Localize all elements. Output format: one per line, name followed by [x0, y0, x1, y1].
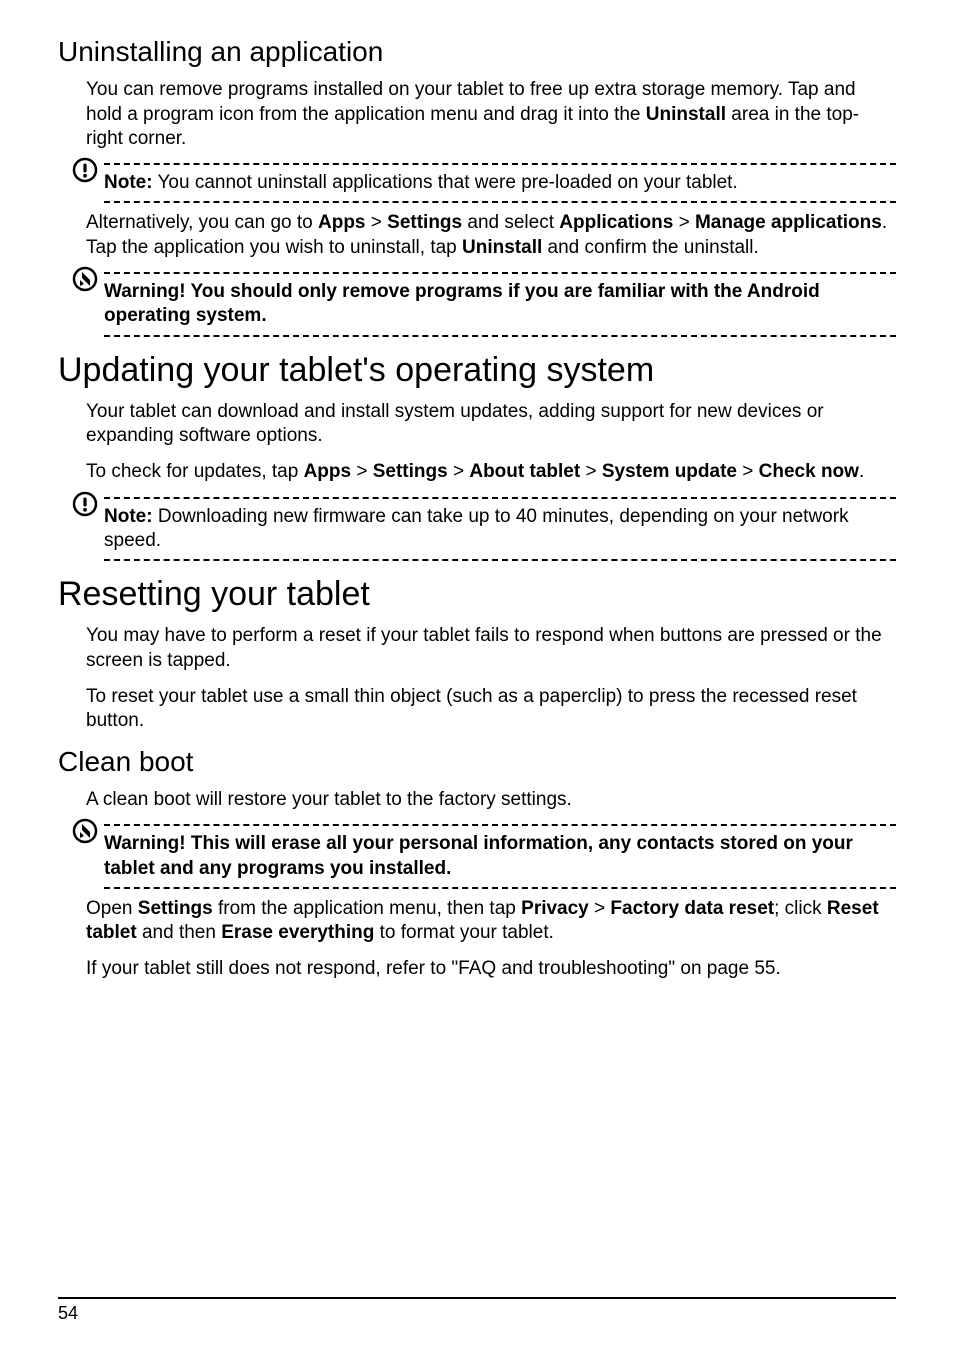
info-icon [72, 157, 98, 183]
resetting-para2: To reset your tablet use a small thin ob… [58, 685, 896, 734]
note-body: You cannot uninstall applications that w… [153, 172, 738, 193]
uninstall-para1: You can remove programs installed on you… [58, 78, 896, 151]
text-segment: and select [462, 212, 559, 233]
dashed-rule [104, 163, 896, 165]
text-segment: > [673, 212, 695, 233]
text-bold: Settings [373, 461, 448, 482]
text-segment: ; click [774, 898, 827, 919]
updating-para2: To check for updates, tap Apps > Setting… [58, 460, 896, 484]
warning-text: Warning! This will erase all your person… [58, 832, 896, 881]
resetting-para1: You may have to perform a reset if your … [58, 624, 896, 673]
text-bold: System update [602, 461, 737, 482]
dashed-rule [104, 497, 896, 499]
heading-uninstalling: Uninstalling an application [58, 36, 896, 68]
uninstall-para2: Alternatively, you can go to Apps > Sett… [58, 211, 896, 260]
text-segment: > [589, 898, 611, 919]
warning-body: Warning! You should only remove programs… [104, 281, 820, 326]
text-bold: Settings [387, 212, 462, 233]
note-block: Note: Downloading new firmware can take … [58, 497, 896, 562]
text-bold: Check now [759, 461, 859, 482]
text-bold: Apps [304, 461, 352, 482]
text-bold: Settings [138, 898, 213, 919]
dashed-rule [104, 335, 896, 337]
warning-block: Warning! You should only remove programs… [58, 272, 896, 337]
warning-body: Warning! This will erase all your person… [104, 833, 853, 878]
page-number: 54 [58, 1303, 78, 1323]
dashed-rule [104, 272, 896, 274]
text-segment: and confirm the uninstall. [542, 237, 759, 258]
text-bold: Apps [318, 212, 366, 233]
note-label: Note: [104, 172, 153, 193]
text-segment: Alternatively, you can go to [86, 212, 318, 233]
heading-resetting: Resetting your tablet [58, 575, 896, 614]
dashed-rule [104, 887, 896, 889]
cleanboot-para3: If your tablet still does not respond, r… [58, 957, 896, 981]
page-footer: 54 [58, 1297, 896, 1324]
text-segment: > [448, 461, 470, 482]
text-segment: Open [86, 898, 138, 919]
text-bold: Erase everything [221, 922, 374, 943]
text-bold: Manage applications [695, 212, 882, 233]
text-segment: > [580, 461, 602, 482]
dashed-rule [104, 201, 896, 203]
warning-text: Warning! You should only remove programs… [58, 280, 896, 329]
note-label: Note: [104, 506, 153, 527]
note-body: Downloading new firmware can take up to … [104, 506, 849, 551]
text-segment: To check for updates, tap [86, 461, 304, 482]
text-bold: Uninstall [646, 104, 726, 125]
text-bold: About tablet [469, 461, 580, 482]
text-segment: to format your tablet. [374, 922, 554, 943]
warning-block: Warning! This will erase all your person… [58, 824, 896, 889]
heading-updating: Updating your tablet's operating system [58, 351, 896, 390]
cleanboot-para2: Open Settings from the application menu,… [58, 897, 896, 946]
updating-para1: Your tablet can download and install sys… [58, 400, 896, 449]
text-segment: . [859, 461, 864, 482]
note-block: Note: You cannot uninstall applications … [58, 163, 896, 203]
note-text: Note: You cannot uninstall applications … [58, 171, 896, 195]
dashed-rule [104, 824, 896, 826]
cleanboot-para1: A clean boot will restore your tablet to… [58, 788, 896, 812]
warning-icon [72, 818, 98, 844]
text-bold: Privacy [521, 898, 589, 919]
heading-cleanboot: Clean boot [58, 746, 896, 778]
note-text: Note: Downloading new firmware can take … [58, 505, 896, 554]
warning-icon [72, 266, 98, 292]
text-segment: > [351, 461, 373, 482]
dashed-rule [104, 559, 896, 561]
text-segment: from the application menu, then tap [213, 898, 521, 919]
text-bold: Applications [559, 212, 673, 233]
text-segment: and then [137, 922, 222, 943]
text-segment: > [366, 212, 388, 233]
text-segment: > [737, 461, 759, 482]
text-bold: Factory data reset [610, 898, 774, 919]
text-bold: Uninstall [462, 237, 542, 258]
info-icon [72, 491, 98, 517]
